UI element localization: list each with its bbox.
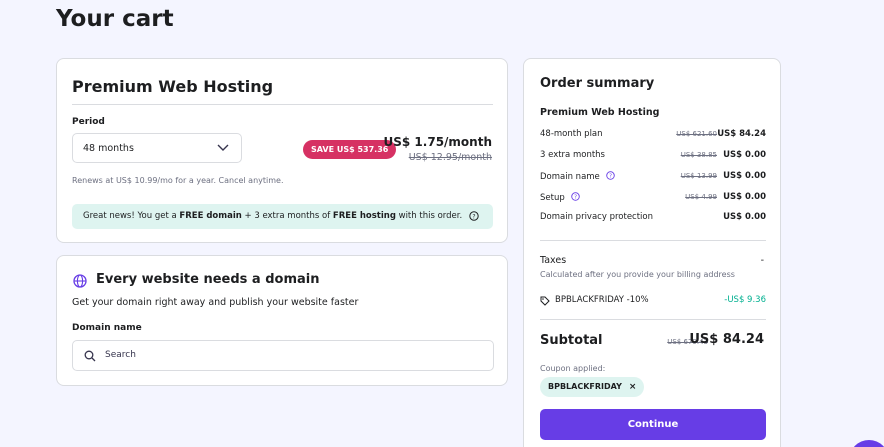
summary-row-extra-months: 3 extra months US$ 38.85 US$ 0.00	[540, 150, 766, 160]
domain-search-input[interactable]: Search	[72, 340, 494, 371]
hosting-plan-card: Premium Web Hosting Period 48 months SAV…	[56, 58, 508, 243]
chevron-down-icon	[217, 144, 229, 151]
domain-card: Every website needs a domain Get your do…	[56, 255, 508, 386]
svg-text:?: ?	[472, 213, 475, 220]
divider	[72, 104, 493, 105]
page-title: Your cart	[56, 6, 174, 32]
domain-title: Every website needs a domain	[96, 272, 320, 287]
summary-product: Premium Web Hosting	[540, 107, 660, 118]
old-monthly-price: US$ 12.95/month	[408, 152, 492, 163]
subtotal-label: Subtotal	[540, 333, 603, 348]
hosting-plan-title: Premium Web Hosting	[72, 77, 274, 96]
taxes-value: -	[760, 255, 764, 266]
taxes-note: Calculated after you provide your billin…	[540, 270, 735, 279]
svg-text:?: ?	[574, 195, 577, 201]
renewal-note: Renews at US$ 10.99/mo for a year. Cance…	[72, 176, 284, 185]
subtotal-value: US$ 84.24	[689, 332, 764, 347]
chat-widget[interactable]	[849, 440, 884, 447]
help-icon[interactable]: ?	[469, 210, 479, 221]
divider	[540, 319, 766, 320]
period-label: Period	[72, 117, 105, 127]
monthly-price: US$ 1.75/month	[383, 135, 492, 149]
promo-banner: Great news! You get a FREE domain + 3 ex…	[72, 204, 493, 229]
search-icon	[84, 350, 96, 362]
remove-coupon-icon[interactable]: ×	[629, 382, 637, 392]
taxes-label: Taxes	[540, 255, 567, 266]
tag-icon	[540, 296, 550, 306]
domain-subtitle: Get your domain right away and publish y…	[72, 297, 359, 308]
period-select[interactable]: 48 months	[72, 133, 242, 163]
help-icon[interactable]: ?	[606, 171, 615, 180]
svg-text:?: ?	[609, 174, 612, 180]
divider	[540, 240, 766, 241]
summary-row-plan: 48-month plan US$ 621.60 US$ 84.24	[540, 129, 766, 139]
save-badge: SAVE US$ 537.36	[303, 140, 397, 159]
continue-button[interactable]: Continue	[540, 409, 766, 440]
order-summary-card: Order summary Premium Web Hosting 48-mon…	[523, 58, 781, 447]
summary-row-privacy: Domain privacy protection US$ 0.00	[540, 212, 766, 222]
globe-icon	[73, 274, 87, 288]
order-summary-title: Order summary	[540, 76, 655, 91]
coupon-applied-label: Coupon applied:	[540, 364, 606, 373]
help-icon[interactable]: ?	[571, 192, 580, 201]
summary-row-setup: Setup? US$ 4.99 US$ 0.00	[540, 192, 766, 203]
search-placeholder: Search	[105, 350, 136, 360]
summary-row-domain: Domain name? US$ 13.99 US$ 0.00	[540, 171, 766, 182]
coupon-chip: BPBLACKFRIDAY ×	[540, 377, 645, 397]
period-select-value: 48 months	[83, 143, 134, 154]
domain-name-label: Domain name	[72, 323, 142, 333]
